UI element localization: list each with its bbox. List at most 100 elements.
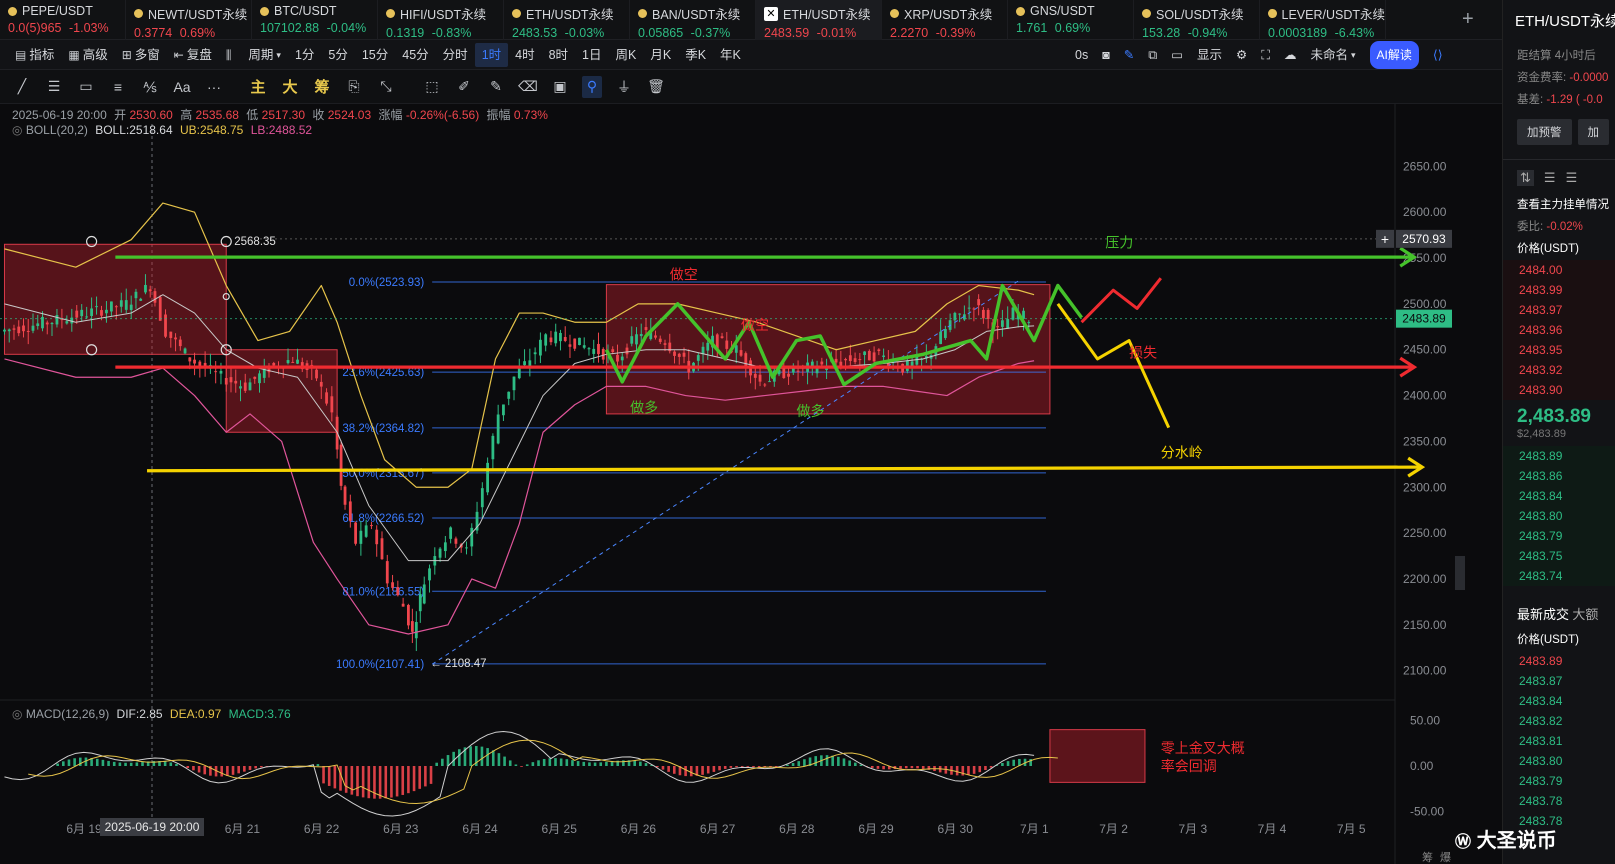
- orderbook-title[interactable]: 查看主力挂单情况: [1503, 194, 1615, 216]
- add-button[interactable]: 加: [1577, 119, 1609, 145]
- period-option[interactable]: 1时: [474, 42, 509, 67]
- price-level[interactable]: 2483.87: [1503, 671, 1615, 691]
- measure-icon[interactable]: ⤡: [376, 76, 396, 98]
- trend-line-icon[interactable]: ╱: [12, 76, 32, 98]
- indicator-shortcut[interactable]: 筹: [312, 76, 332, 98]
- display-menu[interactable]: 显示: [1190, 43, 1229, 67]
- layout-icon[interactable]: ▭: [1164, 43, 1190, 67]
- price-level[interactable]: 2483.75: [1503, 546, 1615, 566]
- toolbar-replay[interactable]: ⇤ 复盘: [167, 43, 219, 67]
- ticker-tab[interactable]: XRP/USDT永续 2.2270 -0.39%: [882, 0, 1008, 40]
- price-level[interactable]: 2483.97: [1503, 300, 1615, 320]
- more-icon[interactable]: ···: [204, 76, 224, 98]
- price-level[interactable]: 2483.96: [1503, 320, 1615, 340]
- ticker-tab[interactable]: HIFI/USDT永续 0.1319 -0.83%: [378, 0, 504, 40]
- period-option[interactable]: 季K: [678, 43, 713, 67]
- period-option[interactable]: 4时: [508, 43, 541, 67]
- price-level[interactable]: 2483.80: [1503, 751, 1615, 771]
- period-option[interactable]: 周K: [609, 43, 644, 67]
- price-level[interactable]: 2483.95: [1503, 340, 1615, 360]
- clear-icon[interactable]: ⌫: [518, 76, 538, 98]
- magnet-icon[interactable]: ⚲: [582, 75, 602, 98]
- indicator-shortcut[interactable]: 主: [248, 76, 268, 98]
- toolbar-period-menu[interactable]: 周期 ▾: [241, 43, 288, 67]
- price-chart[interactable]: 2650.00 2600.00 2550.00 2500.00 2450.00 2400.…: [0, 104, 1502, 864]
- trash-icon[interactable]: 🗑: [646, 76, 666, 98]
- price-level[interactable]: 2483.89: [1503, 651, 1615, 671]
- rectangle-icon[interactable]: ▭: [76, 76, 96, 98]
- period-option[interactable]: 分时: [436, 43, 475, 67]
- period-option[interactable]: 1分: [288, 43, 321, 67]
- ticker-tab[interactable]: NEWT/USDT永续 0.3774 0.69%: [126, 0, 252, 40]
- camera-icon[interactable]: ◙: [1095, 43, 1117, 67]
- parallel-lines-icon[interactable]: ≡: [108, 76, 128, 98]
- period-option[interactable]: 15分: [355, 43, 395, 67]
- edit-icon[interactable]: ✎: [1117, 43, 1141, 67]
- brush-icon[interactable]: ✎: [486, 76, 506, 98]
- ticker-tab[interactable]: PEPE/USDT 0.0(5)965 -1.03%: [0, 0, 126, 40]
- toolbar-advanced[interactable]: ▦ 高级: [61, 43, 114, 67]
- price-level[interactable]: 2483.79: [1503, 771, 1615, 791]
- ticker-tab[interactable]: BTC/USDT 107102.88 -0.04%: [252, 0, 378, 40]
- toolbar-indicator[interactable]: ▤ 指标: [8, 43, 61, 67]
- price-level[interactable]: 2483.81: [1503, 731, 1615, 751]
- filter-icon[interactable]: ⏚: [614, 76, 634, 98]
- cloud-icon[interactable]: ☁: [1277, 43, 1304, 67]
- candle-body: [315, 369, 318, 379]
- price-level[interactable]: 2483.82: [1503, 711, 1615, 731]
- fullscreen-icon[interactable]: ⛶: [1254, 43, 1277, 67]
- ticker-tab[interactable]: LEVER/USDT永续 0.0003189 -6.43%: [1260, 0, 1386, 40]
- price-level[interactable]: 2483.74: [1503, 566, 1615, 586]
- price-level[interactable]: 2483.84: [1503, 691, 1615, 711]
- share-icon[interactable]: ⟨⟩: [1426, 43, 1450, 67]
- pen-icon[interactable]: ✐: [454, 76, 474, 98]
- orderbook-bids-icon[interactable]: ☰: [1544, 170, 1556, 186]
- chart-canvas[interactable]: 2650.002600.002550.002500.002450.002400.…: [0, 104, 1502, 864]
- boll-lb-value: LB:2488.52: [250, 123, 313, 137]
- period-option[interactable]: 1日: [575, 43, 608, 67]
- toolbar-bar-type[interactable]: ⫼: [219, 43, 242, 67]
- ticker-tab[interactable]: SOL/USDT永续 153.28 -0.94%: [1134, 0, 1260, 40]
- layout-name[interactable]: 未命名 ▾: [1304, 43, 1363, 67]
- text-tool-icon[interactable]: Aa: [172, 76, 192, 98]
- price-level[interactable]: 2483.80: [1503, 506, 1615, 526]
- ticker-tab[interactable]: ETH/USDT永续 2483.53 -0.03%: [504, 0, 630, 40]
- period-option[interactable]: 8时: [542, 43, 575, 67]
- price-level[interactable]: 2483.92: [1503, 360, 1615, 380]
- info-row: 基差: -1.29 ( -0.0: [1503, 89, 1615, 111]
- price-level[interactable]: 2483.78: [1503, 791, 1615, 811]
- orderbook-asks-icon[interactable]: ☰: [1566, 170, 1578, 186]
- ticker-tab[interactable]: ✕ ETH/USDT永续 2483.59 -0.01%: [756, 0, 882, 40]
- price-level[interactable]: 2483.86: [1503, 466, 1615, 486]
- eye-icon[interactable]: ◎: [12, 707, 22, 721]
- period-option[interactable]: 45分: [395, 43, 435, 67]
- cursor-icon[interactable]: ⬚: [422, 76, 442, 98]
- price-level[interactable]: 2483.90: [1503, 380, 1615, 400]
- price-level[interactable]: 2483.79: [1503, 526, 1615, 546]
- candle-body: [454, 538, 458, 544]
- fib-icon[interactable]: ⅍: [140, 76, 160, 98]
- eye-icon[interactable]: ◎: [12, 123, 22, 137]
- price-level[interactable]: 2483.99: [1503, 280, 1615, 300]
- ticker-tab[interactable]: BAN/USDT永续 0.05865 -0.37%: [630, 0, 756, 40]
- save-icon[interactable]: ▣: [550, 76, 570, 98]
- period-option[interactable]: 月K: [643, 43, 678, 67]
- horizontal-lines-icon[interactable]: ☰: [44, 76, 64, 98]
- ai-interpret-button[interactable]: AI解读: [1369, 41, 1419, 69]
- orderbook-both-icon[interactable]: ⇅: [1517, 170, 1534, 186]
- popout-icon[interactable]: ⧉: [1141, 43, 1164, 67]
- price-level[interactable]: 2483.89: [1503, 446, 1615, 466]
- price-level[interactable]: 2484.00: [1503, 260, 1615, 280]
- settings-icon[interactable]: ⚙: [1229, 43, 1254, 67]
- period-option[interactable]: 年K: [713, 43, 748, 67]
- chip-icon[interactable]: ⎘: [344, 76, 364, 98]
- large-trades-tab[interactable]: 大额: [1572, 607, 1598, 622]
- toolbar-multi-window[interactable]: ⊞ 多窗: [115, 43, 167, 67]
- add-alert-button[interactable]: 加预警: [1517, 119, 1572, 145]
- indicator-shortcut[interactable]: 大: [280, 76, 300, 98]
- latest-trades-tab[interactable]: 最新成交: [1503, 607, 1569, 622]
- add-tab-icon[interactable]: +: [1462, 8, 1474, 31]
- period-option[interactable]: 5分: [321, 43, 354, 67]
- ticker-tab[interactable]: GNS/USDT 1.761 0.69%: [1008, 0, 1134, 40]
- price-level[interactable]: 2483.84: [1503, 486, 1615, 506]
